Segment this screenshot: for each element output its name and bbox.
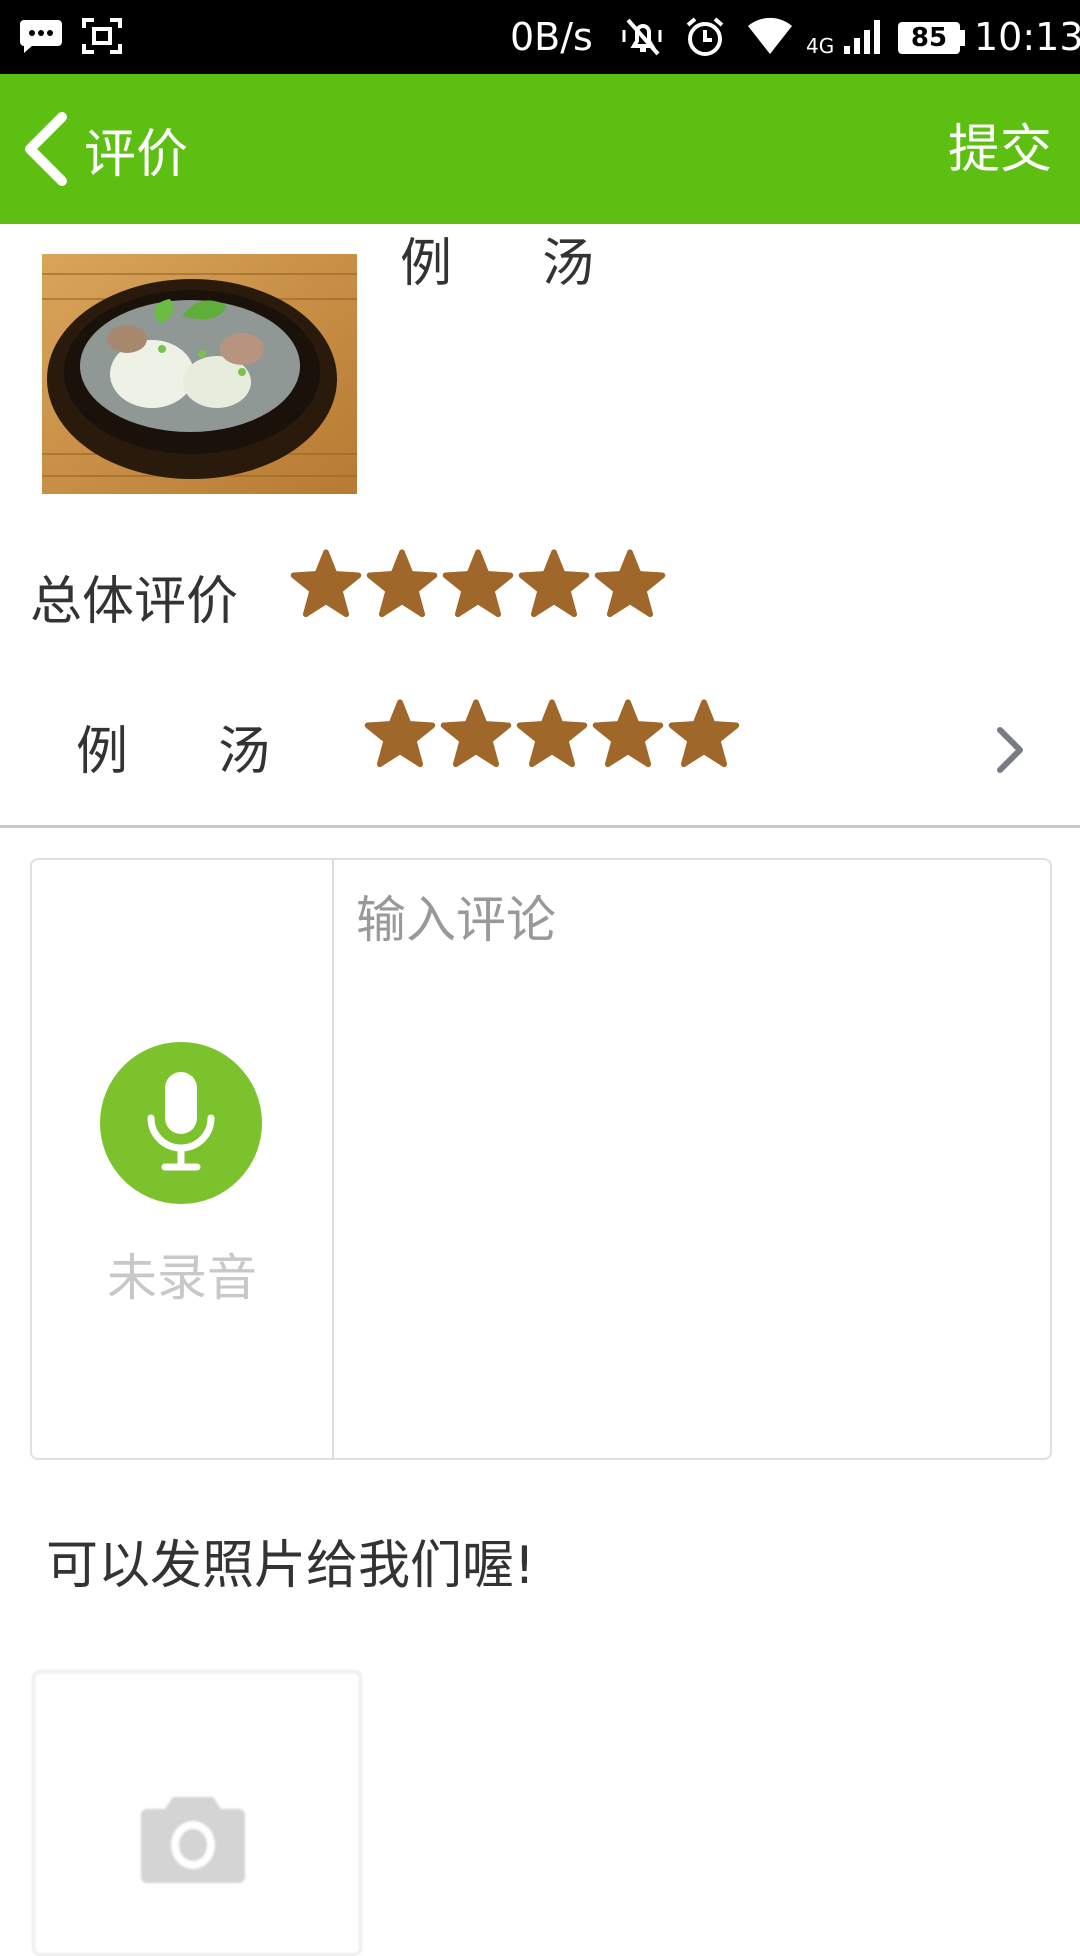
record-status: 未录音	[107, 1249, 257, 1307]
microphone-icon	[147, 1072, 215, 1171]
overall-rating-stars[interactable]	[290, 548, 666, 620]
overall-rating-star-icon[interactable]	[290, 548, 362, 620]
alarm-icon	[684, 16, 726, 62]
overall-rating-star-icon[interactable]	[366, 548, 438, 620]
photo-hint: 可以发照片给我们喔!	[46, 1536, 535, 1596]
battery-tip	[960, 30, 965, 46]
comment-box: 未录音	[30, 858, 1052, 1460]
wifi-icon	[748, 16, 792, 60]
overall-rating-star-icon[interactable]	[518, 548, 590, 620]
dish-image	[42, 254, 357, 494]
add-photo-button[interactable]	[32, 1670, 362, 1956]
dish-name: 例汤	[400, 234, 685, 294]
item-rating-star-icon[interactable]	[516, 698, 588, 770]
item-rating-label: 例汤	[76, 722, 361, 782]
battery-icon: 85	[898, 22, 960, 54]
submit-button[interactable]: 提交	[948, 114, 1052, 186]
item-rating-star-icon[interactable]	[364, 698, 436, 770]
divider	[0, 825, 1080, 828]
item-rating-star-icon[interactable]	[440, 698, 512, 770]
overall-rating-star-icon[interactable]	[442, 548, 514, 620]
status-bar: 0B/s 4G 85 10:13	[0, 0, 1080, 74]
app-header: 评价 提交	[0, 74, 1080, 224]
status-time: 10:13	[974, 15, 1080, 59]
mute-icon	[620, 16, 666, 62]
chevron-left-icon	[25, 112, 67, 186]
comment-input[interactable]	[334, 860, 1050, 1458]
overall-rating-label: 总体评价	[30, 572, 239, 632]
message-icon	[20, 18, 62, 58]
camera-icon	[141, 1797, 245, 1883]
network-speed: 0B/s	[510, 15, 593, 59]
item-rating-star-icon[interactable]	[668, 698, 740, 770]
back-button[interactable]: 评价	[20, 104, 220, 194]
overall-rating-star-icon[interactable]	[594, 548, 666, 620]
screenshot-icon	[82, 18, 122, 58]
signal-icon	[842, 18, 882, 60]
voice-panel: 未录音	[32, 860, 334, 1458]
item-rating-star-icon[interactable]	[592, 698, 664, 770]
item-rating-stars[interactable]	[364, 698, 740, 770]
network-type: 4G	[806, 34, 835, 58]
page-title: 评价	[84, 124, 189, 185]
chevron-right-icon[interactable]	[990, 720, 1030, 780]
record-button[interactable]	[100, 1042, 262, 1204]
